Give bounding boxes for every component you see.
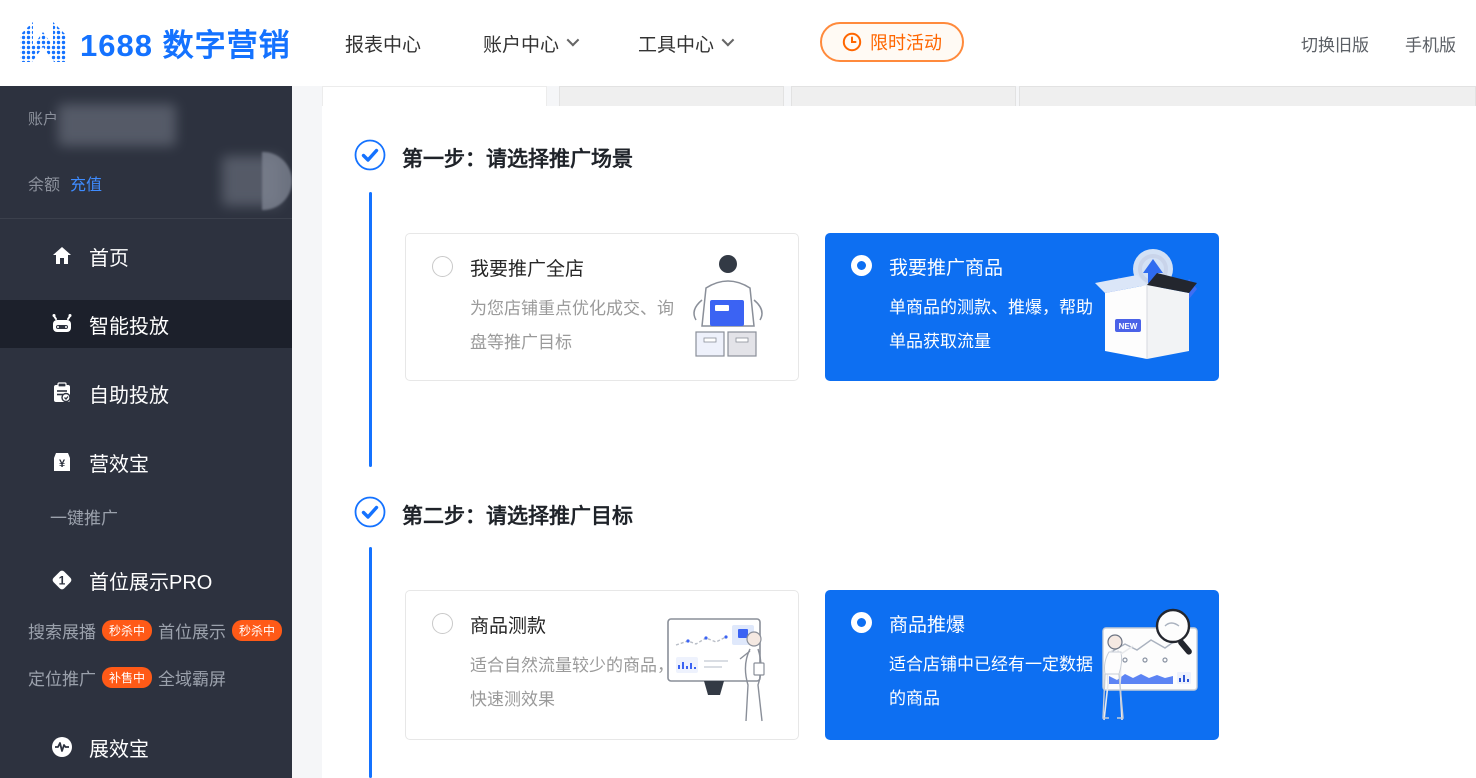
- illustration-monitor-charts-person: [662, 605, 784, 727]
- card-product-boost[interactable]: 商品推爆 适合店铺中已经有一定数据的商品: [825, 590, 1219, 740]
- card-description: 为您店铺重点优化成交、询盘等推广目标: [470, 292, 682, 360]
- sidebar-item-domain-screen[interactable]: 全域霸屏: [158, 665, 226, 690]
- card-title: 我要推广全店: [470, 254, 584, 281]
- tab-3[interactable]: [791, 86, 1016, 106]
- nav-tools-center[interactable]: 工具中心: [638, 30, 731, 57]
- step2-title: 第二步：请选择推广目标: [402, 500, 633, 530]
- card-promote-whole-store[interactable]: 我要推广全店 为您店铺重点优化成交、询盘等推广目标: [405, 233, 799, 381]
- step1-check-icon: [354, 139, 386, 171]
- switch-old-version-link[interactable]: 切换旧版: [1301, 31, 1369, 56]
- blurred-account-name: [58, 104, 176, 146]
- nav-report-center[interactable]: 报表中心: [345, 30, 421, 57]
- card-description: 单商品的测款、推爆，帮助单品获取流量: [889, 291, 1101, 359]
- tab-active[interactable]: [322, 86, 547, 106]
- restock-badge: 补售中: [102, 667, 152, 688]
- top-header: 1688 数字营销 报表中心 账户中心 工具中心 限时活动 切换旧版 手机版: [0, 0, 1476, 86]
- flash-sale-badge: 秒杀中: [102, 620, 152, 641]
- sidebar-item-yingxiaobao[interactable]: ¥ 营效宝: [0, 438, 292, 486]
- step2-check-icon: [354, 496, 386, 528]
- radio-selected[interactable]: [851, 612, 872, 633]
- sidebar-item-label: 首页: [89, 242, 129, 271]
- sidebar: 账户 余额 充值 首页 智能投放: [0, 86, 292, 778]
- sidebar-item-self-delivery[interactable]: 自助投放: [0, 369, 292, 417]
- robot-icon: [50, 312, 74, 336]
- sidebar-divider: [0, 218, 292, 219]
- nav-label: 工具中心: [638, 30, 714, 57]
- card-promote-product[interactable]: 我要推广商品 单商品的测款、推爆，帮助单品获取流量 NEW: [825, 233, 1219, 381]
- illustration-analytics-magnifier-person: [1081, 604, 1205, 728]
- step1-connector-line: [369, 192, 372, 467]
- chevron-down-icon: [722, 33, 735, 46]
- card-title: 我要推广商品: [889, 253, 1003, 280]
- activity-label: 限时活动: [870, 29, 942, 55]
- sidebar-item-home[interactable]: 首页: [0, 232, 292, 280]
- tab-2[interactable]: [559, 86, 784, 106]
- radio-selected[interactable]: [851, 255, 872, 276]
- content-panel: 第一步：请选择推广场景 我要推广全店 为您店铺重点优化成交、询盘等推广目标: [322, 106, 1476, 778]
- sidebar-item-first-display[interactable]: 首位展示: [158, 618, 226, 643]
- card-title: 商品测款: [470, 611, 546, 638]
- recharge-link[interactable]: 充值: [70, 171, 102, 195]
- diamond-one-icon: 1: [50, 568, 74, 592]
- sidebar-item-zhanxiaobao[interactable]: 展效宝: [0, 723, 292, 771]
- card-description: 适合自然流量较少的商品，快速测效果: [470, 649, 682, 717]
- card-description: 适合店铺中已经有一定数据的商品: [889, 648, 1101, 716]
- step1-title: 第一步：请选择推广场景: [402, 143, 633, 173]
- illustration-open-box-signal: NEW: [1085, 247, 1205, 369]
- logo-text: 1688 数字营销: [80, 20, 291, 65]
- balance-label: 余额: [28, 171, 60, 195]
- tab-4[interactable]: [1019, 86, 1476, 106]
- sidebar-item-label: 智能投放: [89, 310, 169, 339]
- nav-label: 报表中心: [345, 30, 421, 57]
- svg-text:¥: ¥: [59, 458, 66, 470]
- mobile-version-link[interactable]: 手机版: [1405, 31, 1456, 56]
- sidebar-item-position-promo[interactable]: 定位推广: [28, 665, 96, 690]
- balance-row: 余额 充值: [28, 171, 102, 195]
- promo-row-search: 搜索展播 秒杀中 首位展示 秒杀中: [28, 618, 282, 643]
- new-badge: NEW: [1119, 322, 1138, 331]
- tabs-row: [292, 86, 1476, 106]
- promo-row-position: 定位推广 补售中 全域霸屏: [28, 665, 226, 690]
- sidebar-item-label: 营效宝: [89, 448, 149, 477]
- sidebar-item-label: 展效宝: [89, 733, 149, 762]
- main-nav: 报表中心 账户中心 工具中心: [345, 0, 731, 86]
- sidebar-item-smart-delivery[interactable]: 智能投放: [0, 300, 292, 348]
- illustration-person-with-box: [666, 248, 784, 368]
- clipboard-icon: [50, 381, 74, 405]
- shop-yen-icon: ¥: [50, 450, 74, 474]
- sidebar-item-label: 首位展示PRO: [89, 566, 212, 595]
- logo[interactable]: 1688 数字营销: [16, 15, 291, 69]
- clock-icon: [842, 32, 862, 52]
- svg-text:1: 1: [59, 574, 66, 588]
- step2-connector-line: [369, 547, 372, 778]
- flash-sale-badge: 秒杀中: [232, 620, 282, 641]
- nav-label: 账户中心: [483, 30, 559, 57]
- butterfly-logo-icon: [16, 15, 70, 69]
- card-title: 商品推爆: [889, 610, 965, 637]
- card-product-test[interactable]: 商品测款 适合自然流量较少的商品，快速测效果: [405, 590, 799, 740]
- sidebar-item-one-key-promo[interactable]: 一键推广: [50, 504, 118, 529]
- home-icon: [50, 244, 74, 268]
- main-area: 第一步：请选择推广场景 我要推广全店 为您店铺重点优化成交、询盘等推广目标: [292, 86, 1476, 778]
- sidebar-item-search-display[interactable]: 搜索展播: [28, 618, 96, 643]
- waveform-circle-icon: [50, 735, 74, 759]
- radio-unselected[interactable]: [432, 256, 453, 277]
- blurred-balance-decoration: [262, 152, 292, 210]
- limited-time-activity-button[interactable]: 限时活动: [820, 22, 964, 62]
- chevron-down-icon: [567, 33, 580, 46]
- sidebar-item-label: 自助投放: [89, 379, 169, 408]
- nav-account-center[interactable]: 账户中心: [483, 30, 576, 57]
- sidebar-item-first-display-pro[interactable]: 1 首位展示PRO: [0, 556, 292, 604]
- account-label: 账户: [28, 108, 58, 129]
- radio-unselected[interactable]: [432, 613, 453, 634]
- header-links: 切换旧版 手机版: [1301, 0, 1456, 86]
